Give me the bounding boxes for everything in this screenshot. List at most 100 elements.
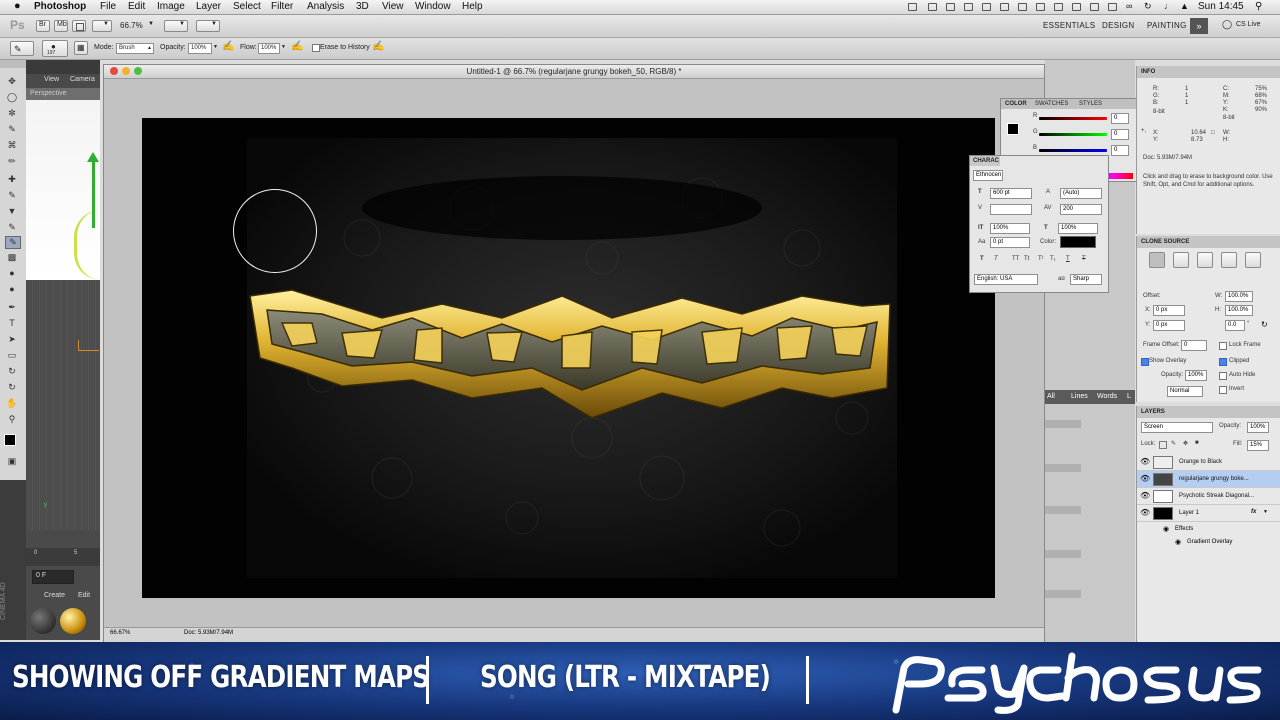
tray-app-icon[interactable] bbox=[982, 3, 991, 11]
stub-dropdown[interactable] bbox=[1045, 420, 1081, 428]
extras-button[interactable] bbox=[72, 20, 86, 32]
mode-select[interactable]: Brush ▲ bbox=[116, 43, 154, 54]
zoom-window-button[interactable] bbox=[134, 67, 142, 75]
eye-visibility-icon[interactable]: ◉ bbox=[1163, 525, 1169, 533]
all-caps-button[interactable]: TT bbox=[1012, 256, 1019, 262]
layer-row-selected[interactable]: 👁 regularjane grungy boke... bbox=[1137, 471, 1280, 488]
tab-l[interactable]: L bbox=[1127, 393, 1131, 400]
zoom-tool-icon[interactable]: ⚲ bbox=[5, 414, 19, 425]
tray-app-icon[interactable] bbox=[1090, 3, 1099, 11]
quick-mask-icon[interactable]: ▣ bbox=[5, 456, 19, 467]
tray-app-icon[interactable] bbox=[1054, 3, 1063, 11]
menu-image[interactable]: Image bbox=[157, 1, 185, 12]
leading-field[interactable]: (Auto) bbox=[1060, 188, 1102, 199]
small-caps-button[interactable]: Tt bbox=[1024, 256, 1029, 262]
history-brush-tool-icon[interactable]: ✎ bbox=[5, 222, 19, 233]
lasso-tool-icon[interactable]: ✼ bbox=[5, 108, 19, 119]
clone-source-tab[interactable]: CLONE SOURCE bbox=[1141, 239, 1189, 245]
invert-checkbox[interactable] bbox=[1219, 386, 1227, 394]
font-family-field[interactable]: Ethnocen bbox=[973, 170, 1003, 181]
tab-all[interactable]: All bbox=[1047, 393, 1055, 400]
menu-filter[interactable]: Filter bbox=[271, 1, 293, 12]
sync-icon[interactable]: ↻ bbox=[1144, 1, 1152, 12]
y-axis-handle[interactable] bbox=[92, 158, 95, 228]
clock[interactable]: Sun 14:45 bbox=[1198, 1, 1244, 12]
pressure-size-icon[interactable]: ✍ bbox=[372, 41, 384, 52]
tray-app-icon[interactable] bbox=[928, 3, 937, 11]
move-tool-icon[interactable]: ✥ bbox=[5, 76, 19, 87]
opacity-field[interactable]: 100% bbox=[188, 43, 212, 54]
bluetooth-icon[interactable]: ∞ bbox=[1126, 1, 1132, 11]
color-fg-swatch[interactable] bbox=[1007, 123, 1019, 135]
tray-app-icon[interactable] bbox=[964, 3, 973, 11]
spotlight-icon[interactable]: ⚲ bbox=[1255, 1, 1262, 12]
lock-transparency-icon[interactable] bbox=[1159, 441, 1167, 449]
superscript-button[interactable]: T¹ bbox=[1038, 256, 1044, 262]
eyedropper-tool-icon[interactable]: ✏ bbox=[5, 156, 19, 167]
tray-app-icon[interactable] bbox=[1108, 3, 1117, 11]
layer-row[interactable]: 👁 Orange to Black bbox=[1137, 454, 1280, 471]
wifi-icon[interactable]: ▲ bbox=[1180, 1, 1189, 11]
stub-dropdown[interactable] bbox=[1045, 550, 1081, 558]
zoom-level[interactable]: 66.7% bbox=[120, 21, 143, 30]
lock-all-icon[interactable]: ■ bbox=[1195, 440, 1199, 446]
effects-row[interactable]: ◉ Effects bbox=[1137, 523, 1280, 535]
3d-rotate-tool-icon[interactable]: ↻ bbox=[5, 366, 19, 377]
hand-tool-icon[interactable]: ✋ bbox=[5, 398, 19, 409]
subscript-button[interactable]: T₁ bbox=[1050, 256, 1056, 262]
chevron-down-icon[interactable]: ▼ bbox=[281, 44, 286, 50]
tools-panel-header[interactable] bbox=[0, 60, 26, 68]
tab-lines[interactable]: Lines bbox=[1071, 393, 1088, 400]
erase-history-checkbox[interactable] bbox=[312, 44, 320, 52]
info-tab[interactable]: INFO bbox=[1141, 69, 1155, 75]
text-color-swatch[interactable] bbox=[1060, 236, 1096, 248]
canvas[interactable] bbox=[142, 118, 995, 598]
c4d-create-menu[interactable]: Create bbox=[44, 592, 65, 599]
eye-visibility-icon[interactable]: 👁 bbox=[1140, 491, 1150, 500]
clone-blend-select[interactable]: Normal bbox=[1167, 386, 1203, 397]
c4d-view-tab[interactable]: View bbox=[44, 76, 59, 83]
vertical-scale-field[interactable]: 100% bbox=[990, 223, 1030, 234]
layers-tab[interactable]: LAYERS bbox=[1141, 409, 1165, 415]
menu-layer[interactable]: Layer bbox=[196, 1, 221, 12]
eye-visibility-icon[interactable]: 👁 bbox=[1140, 508, 1150, 517]
stub-dropdown[interactable] bbox=[1045, 464, 1081, 472]
clone-opacity-field[interactable]: 100% bbox=[1185, 370, 1207, 381]
material-ball[interactable] bbox=[30, 608, 56, 634]
c4d-viewport[interactable] bbox=[26, 100, 100, 280]
app-menu[interactable]: Photoshop bbox=[34, 1, 86, 12]
lock-frame-checkbox[interactable] bbox=[1219, 342, 1227, 350]
apple-icon[interactable]: ● bbox=[14, 0, 21, 12]
expand-effects-icon[interactable]: ▼ bbox=[1263, 509, 1268, 515]
quick-select-tool-icon[interactable]: ✎ bbox=[5, 124, 19, 135]
lock-pixels-icon[interactable]: ✎ bbox=[1171, 440, 1176, 447]
cs-live-button[interactable]: CS Live bbox=[1236, 21, 1261, 28]
tray-app-icon[interactable] bbox=[1018, 3, 1027, 11]
tool-preset-picker[interactable]: ✎ bbox=[10, 41, 34, 56]
red-field[interactable]: 0 bbox=[1111, 113, 1129, 124]
brush-picker[interactable]: ● 197 bbox=[42, 40, 68, 57]
c4d-edit-menu[interactable]: Edit bbox=[78, 592, 90, 599]
gradient-tool-icon[interactable]: ▩ bbox=[5, 252, 19, 263]
lock-position-icon[interactable]: ✥ bbox=[1183, 440, 1188, 447]
layer-row[interactable]: 👁 Psychotic Streak Diagonal... bbox=[1137, 488, 1280, 505]
clone-source-slot[interactable] bbox=[1149, 252, 1165, 268]
status-zoom[interactable]: 66.67% bbox=[110, 630, 130, 636]
tracking-field[interactable]: 200 bbox=[1060, 204, 1102, 215]
tab-words[interactable]: Words bbox=[1097, 393, 1117, 400]
c4d-timeline[interactable]: 0 5 bbox=[26, 548, 100, 566]
layer-effects-badge[interactable]: fx bbox=[1251, 509, 1256, 515]
brush-panel-toggle[interactable]: ▦ bbox=[74, 41, 88, 55]
show-overlay-checkbox[interactable] bbox=[1141, 358, 1149, 366]
airbrush-icon[interactable]: ✍ bbox=[291, 41, 303, 52]
auto-hide-checkbox[interactable] bbox=[1219, 372, 1227, 380]
chevron-down-icon[interactable]: ▼ bbox=[213, 44, 218, 50]
clone-angle-field[interactable]: 0.0 bbox=[1225, 320, 1245, 331]
baseline-shift-field[interactable]: 0 pt bbox=[990, 237, 1030, 248]
volume-icon[interactable]: ♩ bbox=[1164, 1, 1173, 11]
bridge-button[interactable]: Br bbox=[36, 20, 50, 32]
minibridge-button[interactable]: Mb bbox=[54, 20, 68, 32]
eye-visibility-icon[interactable]: 👁 bbox=[1140, 457, 1150, 466]
tab-swatches[interactable]: SWATCHES bbox=[1035, 101, 1068, 107]
healing-brush-tool-icon[interactable]: ✚ bbox=[5, 174, 19, 185]
